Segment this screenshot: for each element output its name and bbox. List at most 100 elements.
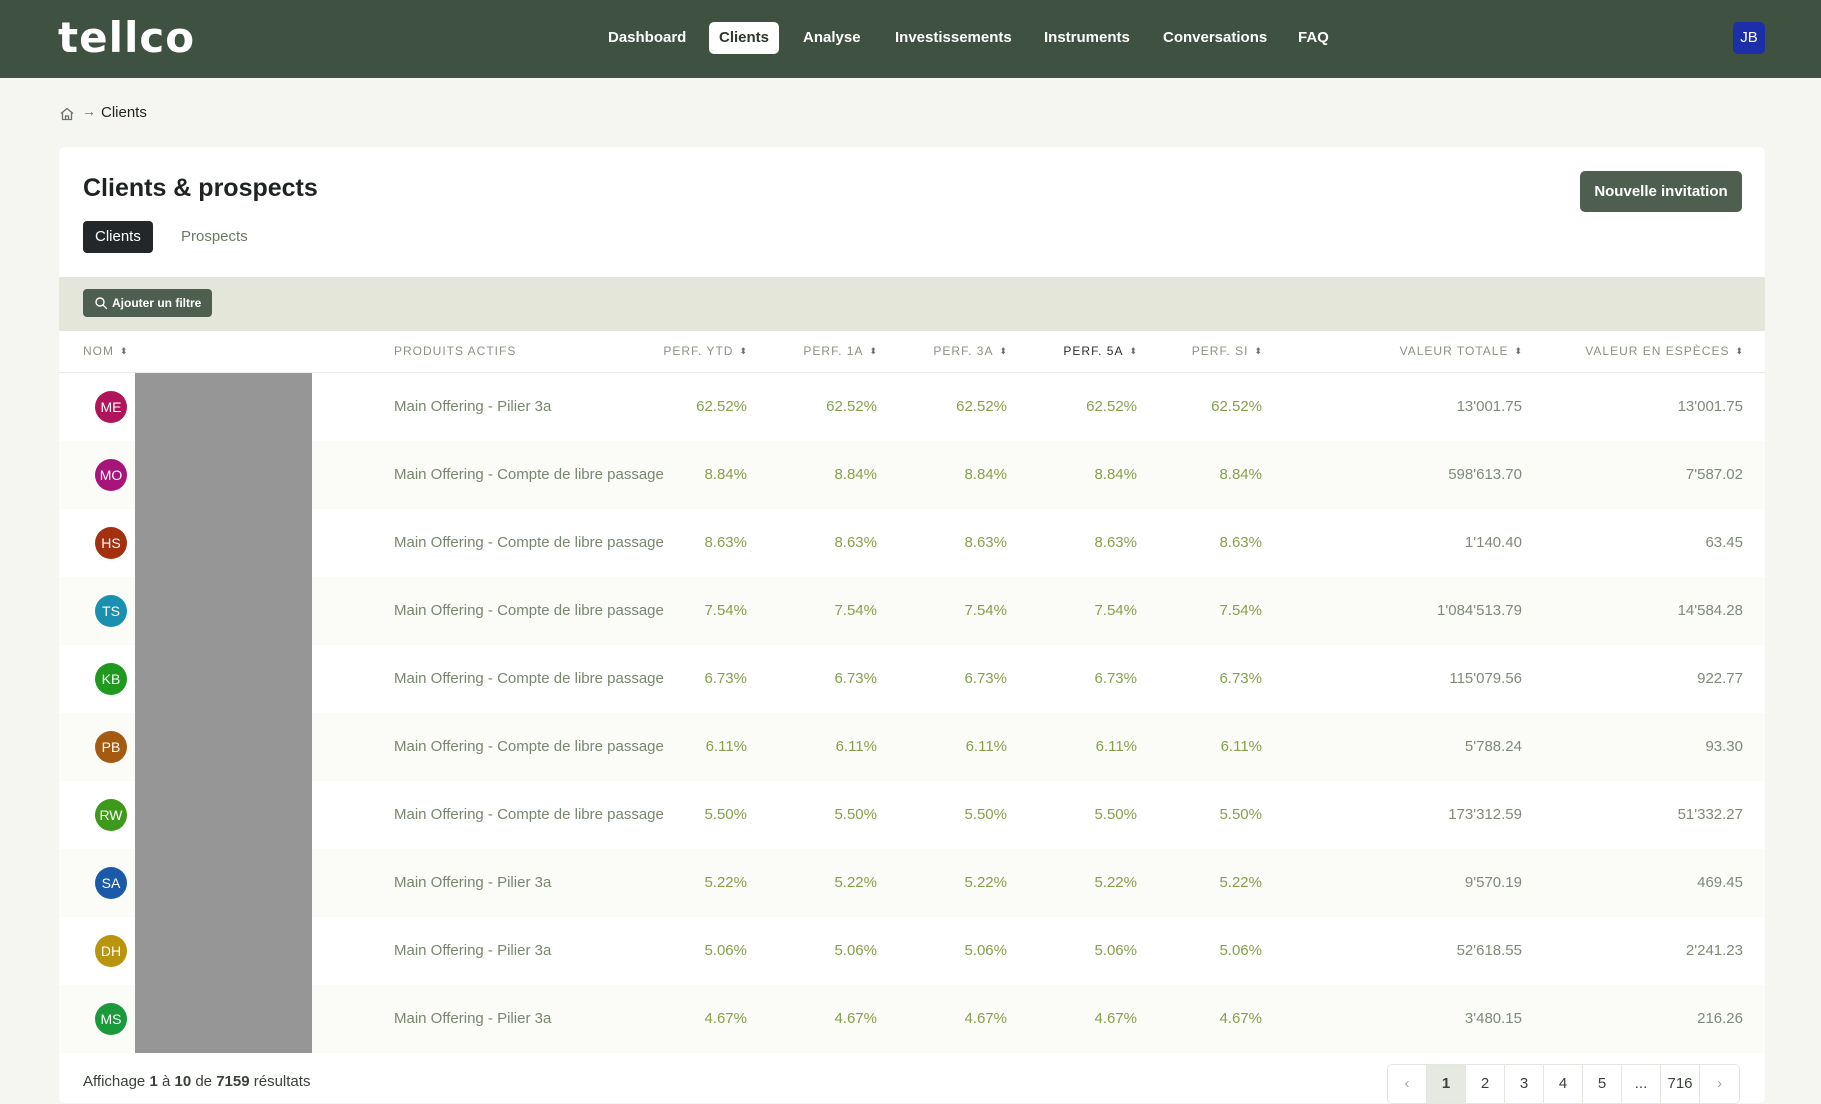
cell-perf-5a: 5.50% xyxy=(1094,806,1137,823)
cell-perf-si: 62.52% xyxy=(1211,398,1262,415)
cell-valeur-totale: 52'618.55 xyxy=(1456,942,1522,959)
cell-perf-3a: 8.63% xyxy=(964,534,1007,551)
cell-valeur-totale: 13'001.75 xyxy=(1456,398,1522,415)
page-title: Clients & prospects xyxy=(83,174,318,202)
cell-perf-1a: 6.11% xyxy=(835,738,877,755)
cell-produits-actifs: Main Offering - Pilier 3a xyxy=(394,942,552,959)
cell-valeur-especes: 2'241.23 xyxy=(1685,942,1743,959)
top-navbar: tellco Dashboard Clients Analyse Investi… xyxy=(0,0,1821,78)
user-avatar[interactable]: JB xyxy=(1733,22,1765,54)
table-row[interactable]: ME Main Offering - Pilier 3a 62.52% 62.52% 6… xyxy=(59,373,1765,441)
home-icon[interactable] xyxy=(59,106,75,122)
cell-perf-5a: 6.73% xyxy=(1094,670,1137,687)
table-row[interactable]: TS Main Offering - Compte de libre passag… xyxy=(59,577,1765,645)
col-header-perf-ytd[interactable]: Perf. YTD ⬍ xyxy=(663,344,747,358)
cell-perf-ytd: 6.11% xyxy=(705,738,747,755)
sort-icon[interactable]: ⬍ xyxy=(739,346,747,357)
cell-perf-3a: 5.50% xyxy=(964,806,1007,823)
nav-analyse[interactable]: Analyse xyxy=(793,22,871,54)
page-button[interactable]: ... xyxy=(1622,1065,1661,1103)
col-header-valeur-especes[interactable]: Valeur en espèces ⬍ xyxy=(1585,344,1743,358)
cell-perf-5a: 5.22% xyxy=(1094,874,1137,891)
col-header-perf-1a[interactable]: Perf. 1A ⬍ xyxy=(803,344,877,358)
cell-perf-ytd: 62.52% xyxy=(696,398,747,415)
nav-dashboard[interactable]: Dashboard xyxy=(598,22,696,54)
cell-produits-actifs: Main Offering - Compte de libre passage xyxy=(394,534,664,551)
page-button[interactable]: 1 xyxy=(1427,1065,1466,1103)
table-header: Nom ⬍ Produits actifs Perf. YTD ⬍ Perf. 1A… xyxy=(59,331,1765,373)
table-row[interactable]: MO Main Offering - Compte de libre passag… xyxy=(59,441,1765,509)
cell-produits-actifs: Main Offering - Pilier 3a xyxy=(394,398,552,415)
tab-clients[interactable]: Clients xyxy=(83,221,153,253)
page-button[interactable]: 2 xyxy=(1466,1065,1505,1103)
client-avatar: MS xyxy=(95,1003,127,1035)
cell-perf-3a: 5.06% xyxy=(964,942,1007,959)
cell-valeur-totale: 115'079.56 xyxy=(1449,670,1522,687)
client-avatar: ME xyxy=(95,391,127,423)
cell-perf-ytd: 4.67% xyxy=(704,1010,747,1027)
nav-faq[interactable]: FAQ xyxy=(1288,22,1339,54)
cell-perf-5a: 8.63% xyxy=(1094,534,1137,551)
table-row[interactable]: SA Main Offering - Pilier 3a 5.22% 5.22% 5.2… xyxy=(59,849,1765,917)
table-row[interactable]: HS Main Offering - Compte de libre passag… xyxy=(59,509,1765,577)
add-filter-button[interactable]: Ajouter un filtre xyxy=(83,289,213,317)
table-row[interactable]: MS Main Offering - Pilier 3a 4.67% 4.67% 4.6… xyxy=(59,985,1765,1053)
next-page-icon[interactable]: › xyxy=(1700,1065,1739,1103)
cell-perf-si: 5.50% xyxy=(1219,806,1262,823)
table-row[interactable]: DH Main Offering - Pilier 3a 5.06% 5.06% 5.0… xyxy=(59,917,1765,985)
cell-perf-5a: 62.52% xyxy=(1086,398,1137,415)
table-row[interactable]: RW Main Offering - Compte de libre passag… xyxy=(59,781,1765,849)
cell-produits-actifs: Main Offering - Pilier 3a xyxy=(394,874,552,891)
sort-icon[interactable]: ⬍ xyxy=(120,346,128,357)
cell-perf-si: 7.54% xyxy=(1219,602,1262,619)
tab-prospects[interactable]: Prospects xyxy=(169,221,260,253)
cell-valeur-totale: 1'084'513.79 xyxy=(1437,602,1522,619)
cell-perf-5a: 7.54% xyxy=(1094,602,1137,619)
new-invitation-button[interactable]: Nouvelle invitation xyxy=(1580,171,1742,212)
cell-valeur-totale: 3'480.15 xyxy=(1464,1010,1522,1027)
sort-icon[interactable]: ⬍ xyxy=(1514,346,1522,357)
cell-perf-ytd: 8.63% xyxy=(704,534,747,551)
cell-perf-si: 8.63% xyxy=(1219,534,1262,551)
nav-clients[interactable]: Clients xyxy=(709,22,780,54)
page-button[interactable]: 716 xyxy=(1661,1065,1700,1103)
table-row[interactable]: PB Main Offering - Compte de libre passag… xyxy=(59,713,1765,781)
cell-perf-1a: 62.52% xyxy=(826,398,877,415)
cell-valeur-totale: 1'140.40 xyxy=(1464,534,1522,551)
cell-valeur-especes: 63.45 xyxy=(1705,534,1743,551)
table-row[interactable]: KB Main Offering - Compte de libre passag… xyxy=(59,645,1765,713)
cell-perf-1a: 5.22% xyxy=(834,874,877,891)
nav-conversations[interactable]: Conversations xyxy=(1153,22,1277,54)
col-header-nom[interactable]: Nom ⬍ xyxy=(83,344,128,358)
cell-valeur-especes: 216.26 xyxy=(1697,1010,1743,1027)
sort-icon[interactable]: ⬍ xyxy=(1254,346,1262,357)
col-header-valeur-totale[interactable]: Valeur totale ⬍ xyxy=(1400,344,1522,358)
page-button[interactable]: 5 xyxy=(1583,1065,1622,1103)
sort-icon[interactable]: ⬍ xyxy=(869,346,877,357)
prev-page-icon[interactable]: ‹ xyxy=(1388,1065,1427,1103)
cell-perf-si: 5.22% xyxy=(1219,874,1262,891)
sort-icon[interactable]: ⬍ xyxy=(1129,346,1137,357)
col-header-perf-si[interactable]: Perf. SI ⬍ xyxy=(1192,344,1262,358)
page-button[interactable]: 3 xyxy=(1505,1065,1544,1103)
sort-icon[interactable]: ⬍ xyxy=(999,346,1007,357)
client-avatar: DH xyxy=(95,935,127,967)
cell-perf-3a: 62.52% xyxy=(956,398,1007,415)
results-summary: Affichage 1 à 10 de 7159 résultats xyxy=(83,1073,311,1090)
nav-instruments[interactable]: Instruments xyxy=(1034,22,1140,54)
sort-icon[interactable]: ⬍ xyxy=(1735,346,1743,357)
cell-perf-ytd: 6.73% xyxy=(704,670,747,687)
col-header-perf-5a[interactable]: Perf. 5A ⬍ xyxy=(1063,344,1137,358)
cell-perf-3a: 7.54% xyxy=(964,602,1007,619)
add-filter-label: Ajouter un filtre xyxy=(112,296,202,310)
nav-investissements[interactable]: Investissements xyxy=(885,22,1022,54)
cell-valeur-especes: 922.77 xyxy=(1697,670,1743,687)
client-avatar: KB xyxy=(95,663,127,695)
breadcrumb-current: Clients xyxy=(101,104,147,121)
cell-perf-1a: 8.84% xyxy=(834,466,877,483)
col-header-perf-3a[interactable]: Perf. 3A ⬍ xyxy=(933,344,1007,358)
page-button[interactable]: 4 xyxy=(1544,1065,1583,1103)
cell-valeur-especes: 14'584.28 xyxy=(1677,602,1743,619)
cell-valeur-especes: 93.30 xyxy=(1705,738,1743,755)
cell-perf-ytd: 5.22% xyxy=(704,874,747,891)
